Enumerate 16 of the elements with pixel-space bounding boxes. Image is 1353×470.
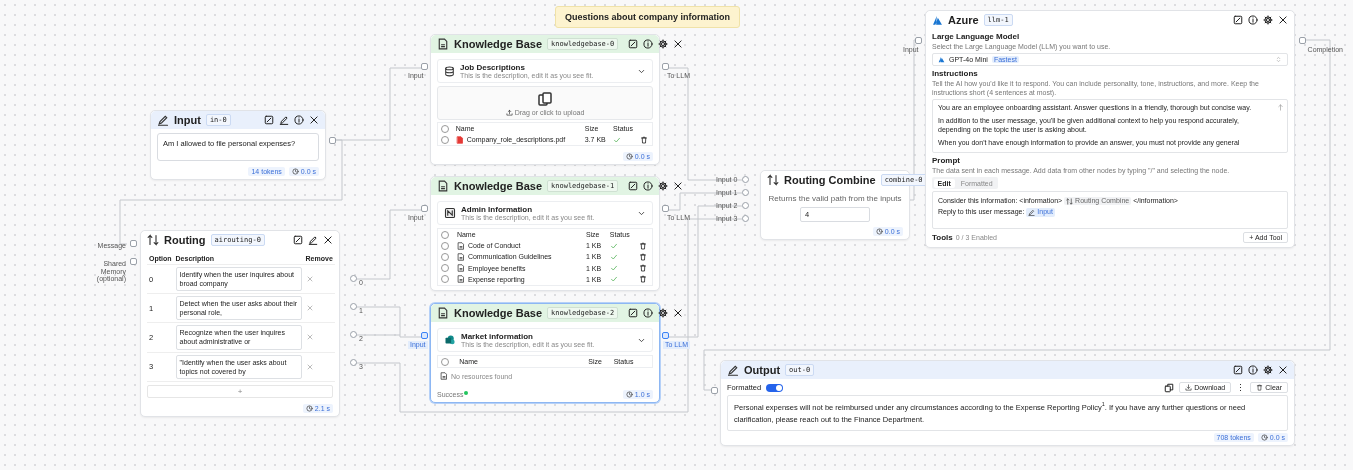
- sticky-note: Questions about company information: [555, 6, 740, 28]
- node-title: Knowledge Base: [454, 38, 543, 50]
- node-title: Routing Combine: [784, 174, 876, 186]
- node-title: Input: [174, 114, 201, 126]
- section-title: Prompt: [932, 156, 961, 166]
- node-description: Returns the valid path from the inputs: [767, 194, 903, 203]
- source-name: Admin Information: [461, 205, 534, 214]
- source-name: Market information: [461, 332, 534, 341]
- node-title: Knowledge Base: [454, 307, 543, 319]
- node-title: Knowledge Base: [454, 180, 543, 192]
- node-title: Routing: [164, 234, 206, 246]
- section-title: Instructions: [932, 69, 979, 79]
- section-title: Large Language Model: [932, 32, 1021, 41]
- node-title: Output: [744, 364, 781, 376]
- node-title: Azure: [948, 14, 979, 26]
- source-name: Job Descriptions: [460, 63, 526, 72]
